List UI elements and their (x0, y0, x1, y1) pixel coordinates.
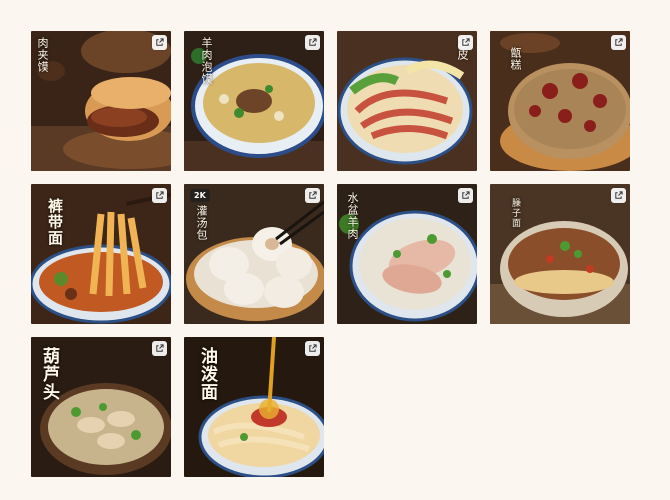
gallery-item-shuipen-yangrou[interactable]: 水盆羊肉 (337, 184, 477, 324)
item-title: 水盆羊肉 (346, 192, 359, 240)
item-title: 甑糕 (509, 47, 522, 71)
item-title: 臊子面 (510, 198, 520, 228)
image-gallery: 肉夹馍 羊肉泡馍 甑糕 裤带面 灌汤包 2K 水盆羊肉 臊子面 葫芦头 油泼面 (31, 31, 630, 477)
external-link-icon[interactable] (152, 188, 167, 203)
item-title: 肉夹馍 (36, 37, 49, 73)
gallery-item-guantangbao[interactable]: 灌汤包 2K (184, 184, 324, 324)
item-title: 油泼面 (197, 347, 217, 401)
gallery-item-liangpi[interactable]: 凉皮 (337, 31, 477, 171)
gallery-item-saozimian[interactable]: 臊子面 (490, 184, 630, 324)
roujiamo-image (31, 31, 171, 171)
external-link-icon[interactable] (305, 188, 320, 203)
item-title: 羊肉泡馍 (200, 37, 213, 85)
external-link-icon[interactable] (305, 35, 320, 50)
external-link-icon[interactable] (458, 35, 473, 50)
gallery-item-youpomian[interactable]: 油泼面 (184, 337, 324, 477)
gallery-item-hulutou[interactable]: 葫芦头 (31, 337, 171, 477)
gallery-item-roujiamo[interactable]: 肉夹馍 (31, 31, 171, 171)
gallery-item-yangrou-paomo[interactable]: 羊肉泡馍 (184, 31, 324, 171)
gallery-item-kudaimian[interactable]: 裤带面 (31, 184, 171, 324)
resolution-badge: 2K (190, 189, 210, 202)
item-title: 裤带面 (46, 198, 64, 246)
external-link-icon[interactable] (611, 35, 626, 50)
external-link-icon[interactable] (305, 341, 320, 356)
external-link-icon[interactable] (152, 35, 167, 50)
item-title: 葫芦头 (39, 347, 59, 401)
item-title: 灌汤包 (195, 205, 208, 241)
external-link-icon[interactable] (152, 341, 167, 356)
external-link-icon[interactable] (611, 188, 626, 203)
gallery-item-zenggao[interactable]: 甑糕 (490, 31, 630, 171)
external-link-icon[interactable] (458, 188, 473, 203)
